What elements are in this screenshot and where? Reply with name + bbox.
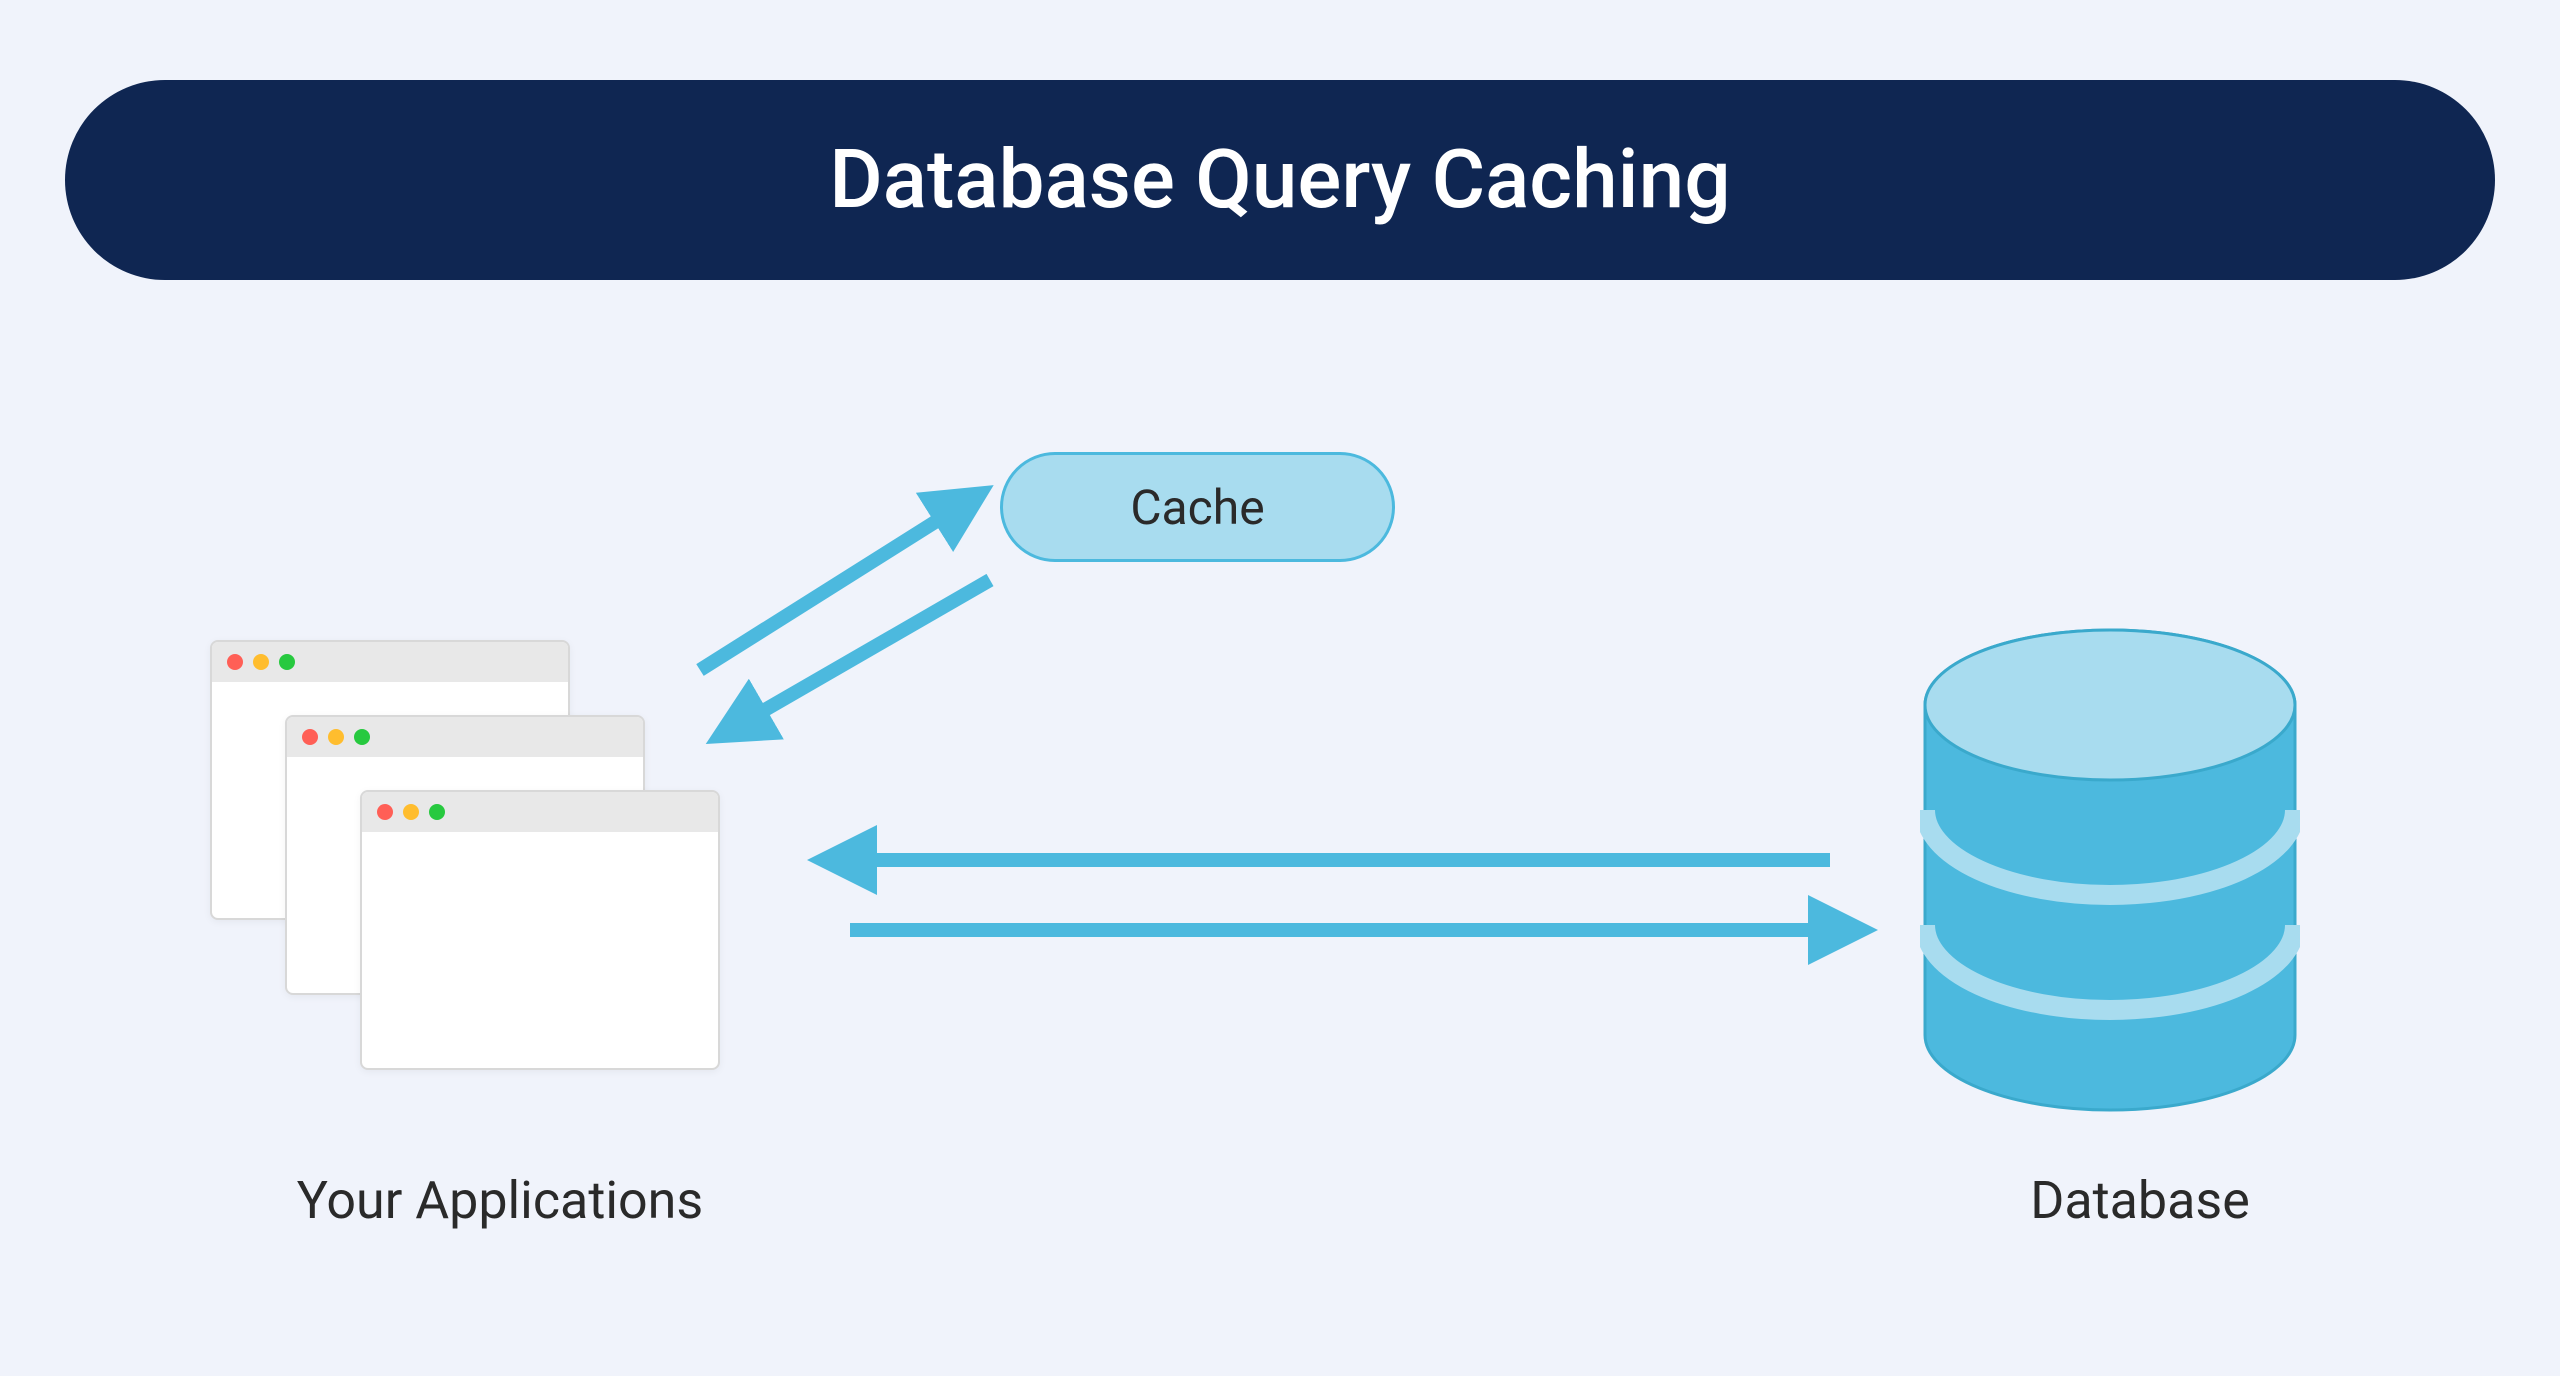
arrow-cache-to-apps [700, 560, 1020, 750]
minimize-dot-icon [253, 654, 269, 670]
window-header [362, 792, 718, 832]
database-label: Database [1990, 1170, 2290, 1231]
minimize-dot-icon [328, 729, 344, 745]
maximize-dot-icon [354, 729, 370, 745]
arrow-apps-to-db [840, 910, 1880, 950]
cache-label: Cache [1130, 479, 1264, 536]
applications-label: Your Applications [270, 1170, 730, 1231]
close-dot-icon [227, 654, 243, 670]
minimize-dot-icon [403, 804, 419, 820]
maximize-dot-icon [429, 804, 445, 820]
close-dot-icon [302, 729, 318, 745]
cache-node: Cache [1000, 452, 1395, 562]
arrow-db-to-apps [810, 840, 1850, 880]
window-header [287, 717, 643, 757]
window-header [212, 642, 568, 682]
maximize-dot-icon [279, 654, 295, 670]
close-dot-icon [377, 804, 393, 820]
database-icon [1920, 625, 2300, 1129]
app-window [360, 790, 720, 1070]
diagram-area: Cache [0, 0, 2560, 1376]
